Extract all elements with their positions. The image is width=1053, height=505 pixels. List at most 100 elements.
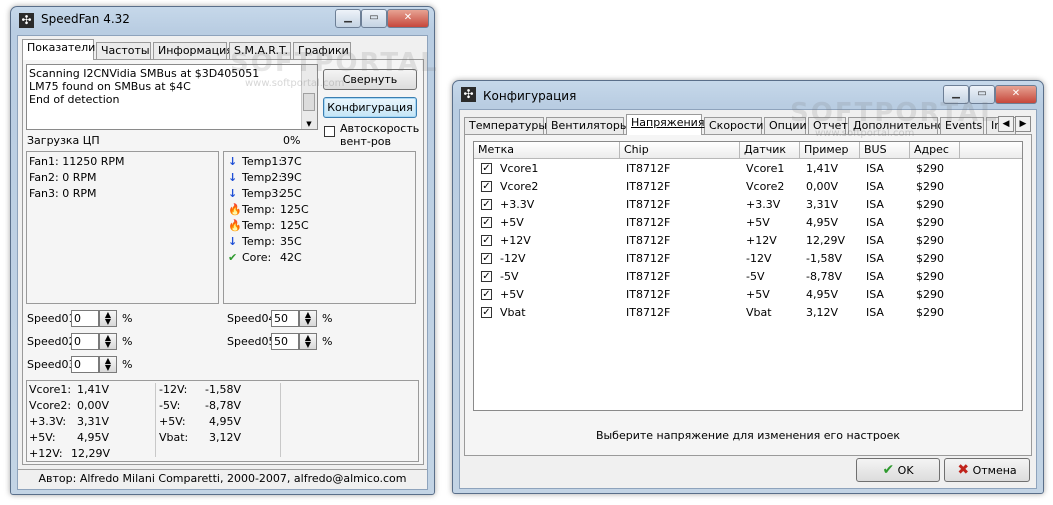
fan-reading: Fan3: 0 RPM	[29, 187, 97, 200]
detection-log[interactable]: Scanning I2CNVidia SMBus at $3D405051 LM…	[26, 64, 318, 130]
table-row[interactable]: ✓ Vcore1 IT8712F Vcore1 1,41V ISA $290	[474, 160, 1022, 178]
volt-label: -5V:	[159, 399, 181, 412]
temp-row: ↓ Temp2: 39C	[228, 171, 302, 184]
cell-chip: IT8712F	[626, 270, 671, 283]
column-header[interactable]: BUS	[860, 142, 910, 159]
fan-app-icon: ✣	[461, 87, 476, 102]
column-header[interactable]: Адрес	[910, 142, 960, 159]
volt-value: 4,95V	[209, 415, 242, 428]
column-header[interactable]: Метка	[474, 142, 620, 159]
enable-checkbox[interactable]: ✓	[481, 253, 492, 264]
tab-charts[interactable]: Графики	[293, 42, 351, 59]
spin-updown-icon[interactable]: ▲ ▼	[99, 333, 117, 350]
spin-updown-icon[interactable]: ▲ ▼	[299, 333, 317, 350]
configure-button[interactable]: Конфигурация	[323, 97, 417, 118]
auto-fan-checkbox[interactable]	[324, 126, 335, 137]
speed-input[interactable]: 50	[271, 310, 299, 327]
tab-speeds[interactable]: Скорости	[704, 117, 763, 134]
enable-checkbox[interactable]: ✓	[481, 235, 492, 246]
table-row[interactable]: ✓ -5V IT8712F -5V -8,78V ISA $290	[474, 268, 1022, 286]
table-row[interactable]: ✓ +3.3V IT8712F +3.3V 3,31V ISA $290	[474, 196, 1022, 214]
cell-bus: ISA	[866, 270, 884, 283]
enable-checkbox[interactable]: ✓	[481, 163, 492, 174]
column-header[interactable]: Chip	[620, 142, 740, 159]
maximize-button[interactable]: ▭	[361, 9, 387, 28]
table-row[interactable]: ✓ +5V IT8712F +5V 4,95V ISA $290	[474, 286, 1022, 304]
temp-row: 🔥 Temp: 125C	[228, 203, 309, 216]
close-button[interactable]: ✕	[995, 85, 1037, 104]
enable-checkbox[interactable]: ✓	[481, 307, 492, 318]
spin-updown-icon[interactable]: ▲ ▼	[299, 310, 317, 327]
enable-checkbox[interactable]: ✓	[481, 289, 492, 300]
speed-input[interactable]: 0	[71, 333, 99, 350]
enable-checkbox[interactable]: ✓	[481, 217, 492, 228]
cell-label: +5V	[500, 216, 524, 229]
scroll-down-arrow-icon[interactable]: ▼	[302, 120, 316, 128]
tab-scroll-right-icon[interactable]: ▶	[1015, 116, 1031, 132]
ok-button[interactable]: ✔ OK	[856, 458, 940, 482]
status-bar: Автор: Alfredo Milani Comparetti, 2000-2…	[18, 469, 427, 488]
table-row[interactable]: ✓ Vbat IT8712F Vbat 3,12V ISA $290	[474, 304, 1022, 322]
tab-events[interactable]: Events	[940, 117, 984, 134]
cell-sample: 0,00V	[806, 180, 839, 193]
cell-bus: ISA	[866, 216, 884, 229]
fan-app-icon: ✣	[19, 13, 34, 28]
speed-input[interactable]: 50	[271, 333, 299, 350]
table-row[interactable]: ✓ Vcore2 IT8712F Vcore2 0,00V ISA $290	[474, 178, 1022, 196]
tab-voltages[interactable]: Напряжения	[626, 114, 704, 135]
enable-checkbox[interactable]: ✓	[481, 181, 492, 192]
speed-control: Speed05: 50 ▲ ▼ %	[227, 333, 347, 351]
cell-address: $290	[916, 252, 944, 265]
table-row[interactable]: ✓ +12V IT8712F +12V 12,29V ISA $290	[474, 232, 1022, 250]
x-icon: ✖	[957, 462, 970, 478]
speed-input[interactable]: 0	[71, 356, 99, 373]
spin-updown-icon[interactable]: ▲ ▼	[99, 356, 117, 373]
cell-label: Vbat	[500, 306, 526, 319]
tab-clocks[interactable]: Частоты	[96, 42, 151, 59]
tab-readings[interactable]: Показатели	[22, 39, 95, 60]
window-title: SpeedFan 4.32	[41, 12, 130, 26]
cell-address: $290	[916, 162, 944, 175]
log-scrollbar[interactable]: ▼	[301, 65, 317, 129]
column-header[interactable]: Датчик	[740, 142, 800, 159]
cell-sensor: -12V	[746, 252, 772, 265]
minimize-button[interactable]: ▁	[943, 85, 969, 104]
minimize-button[interactable]: ▁	[335, 9, 361, 28]
cell-bus: ISA	[866, 306, 884, 319]
speed-input[interactable]: 0	[71, 310, 99, 327]
readings-panel: Scanning I2CNVidia SMBus at $3D405051 LM…	[22, 59, 424, 465]
temp-label: Temp:	[242, 235, 276, 248]
temp-row: ↓ Temp: 35C	[228, 235, 302, 248]
close-button[interactable]: ✕	[387, 9, 429, 28]
tab-smart[interactable]: S.M.A.R.T.	[229, 42, 291, 59]
cell-bus: ISA	[866, 198, 884, 211]
cell-sample: -1,58V	[806, 252, 842, 265]
scroll-thumb[interactable]	[303, 93, 315, 111]
column-header[interactable]: Пример	[800, 142, 860, 159]
temp-value: 125C	[280, 203, 309, 216]
table-row[interactable]: ✓ -12V IT8712F -12V -1,58V ISA $290	[474, 250, 1022, 268]
enable-checkbox[interactable]: ✓	[481, 199, 492, 210]
speedfan-titlebar[interactable]: ✣ SpeedFan 4.32 ▁ ▭ ✕	[11, 7, 434, 33]
tab-temperatures[interactable]: Температуры	[464, 117, 547, 134]
cell-chip: IT8712F	[626, 288, 671, 301]
cell-chip: IT8712F	[626, 180, 671, 193]
cancel-button[interactable]: ✖ Отмена	[944, 458, 1030, 482]
tab-info[interactable]: Информация	[153, 42, 233, 59]
fan-reading: Fan1: 11250 RPM	[29, 155, 125, 168]
cell-sample: 4,95V	[806, 288, 839, 301]
temp-value: 35C	[280, 235, 302, 248]
tab-fans[interactable]: Вентиляторы	[546, 117, 629, 134]
volt-label: Vcore2:	[29, 399, 72, 412]
cell-sensor: +5V	[746, 216, 770, 229]
speed-control: Speed03: 0 ▲ ▼ %	[27, 356, 147, 374]
tab-options[interactable]: Опции	[764, 117, 807, 134]
tab-scroll-left-icon[interactable]: ◀	[998, 116, 1014, 132]
arrow-down-icon: ↓	[228, 171, 238, 184]
maximize-button[interactable]: ▭	[969, 85, 995, 104]
enable-checkbox[interactable]: ✓	[481, 271, 492, 282]
table-row[interactable]: ✓ +5V IT8712F +5V 4,95V ISA $290	[474, 214, 1022, 232]
config-titlebar[interactable]: ✣ Конфигурация ▁ ▭ ✕	[453, 81, 1043, 107]
cell-sensor: +12V	[746, 234, 777, 247]
spin-updown-icon[interactable]: ▲ ▼	[99, 310, 117, 327]
